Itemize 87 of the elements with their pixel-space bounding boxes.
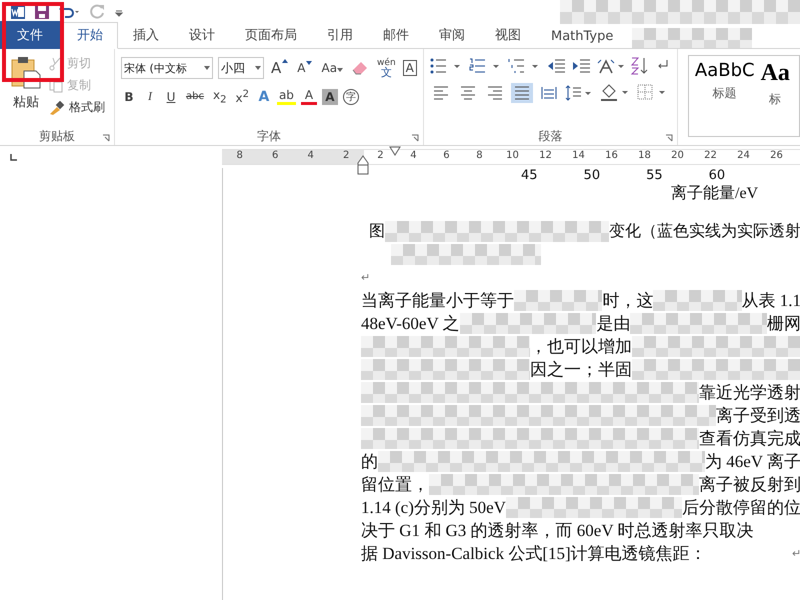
body-text: 离子受到透 (716, 405, 800, 427)
caption-text: 变化（蓝色实线为实际透射 (609, 222, 800, 242)
body-text: 据 Davisson-Calbick 公式[15]计算电透镜焦距： (361, 543, 707, 565)
word-icon[interactable] (10, 4, 26, 20)
increase-indent-icon[interactable] (572, 58, 592, 74)
text-effect-button[interactable]: A (256, 88, 272, 106)
decrease-indent-icon[interactable] (546, 58, 567, 74)
caret-icon (337, 68, 344, 72)
dialog-launcher-icon[interactable] (102, 134, 110, 142)
align-distributed-icon (540, 86, 557, 100)
ruler[interactable]: 8 6 4 2 2 4 6 8 10 12 14 16 18 20 22 24 26 (222, 149, 800, 165)
paste-button[interactable]: 粘贴 (6, 53, 46, 127)
body-text: 当离子能量小于等于 (361, 290, 514, 312)
ribbon-tab[interactable]: MathType (536, 25, 628, 49)
align-justify-icon (514, 86, 530, 100)
paragraph-mark: ↵ (361, 271, 370, 284)
group-label: 剪贴板 (39, 128, 75, 144)
format-button[interactable]: U (163, 88, 179, 105)
enclose-button[interactable]: 字 (342, 88, 359, 105)
caption-text: 图 (369, 222, 385, 242)
phonetic-guide-button[interactable]: wén 文 (375, 58, 398, 78)
ribbon-tab[interactable]: 引用 (312, 22, 368, 49)
shading-button[interactable]: A (322, 88, 338, 105)
align-left-icon (432, 86, 449, 100)
body-text: 离子被反射到 (699, 474, 800, 496)
brush-icon (49, 100, 65, 114)
highlight-button[interactable]: ab (276, 88, 296, 106)
painter-button[interactable]: 格式刷 (46, 97, 108, 118)
body-text: 因之一；半固 (530, 359, 632, 381)
body-text: 从表 1.1 (742, 290, 800, 312)
style-item[interactable]: Aa 标 (760, 60, 790, 132)
body-text: 48eV-60eV 之 (361, 313, 460, 335)
indent-marker-icon[interactable] (389, 146, 401, 156)
ribbon-tab[interactable]: 开始 (62, 22, 118, 49)
axis-tick-label: 55 (646, 168, 663, 183)
group-label: 段落 (538, 128, 562, 144)
format-button[interactable]: abc (184, 90, 206, 104)
up-triangle-icon (282, 59, 288, 63)
body-text: 是由 (596, 313, 630, 335)
shrink-font-button[interactable]: A (295, 60, 314, 76)
axis-title: 离子能量/eV (671, 185, 758, 202)
align-button[interactable] (510, 83, 533, 103)
axis-tick-label: 45 (521, 168, 538, 183)
paragraph-mark: ↵ (792, 547, 800, 560)
ribbon-tab[interactable]: 插入 (118, 22, 174, 49)
tab-stop-icon[interactable] (9, 152, 18, 162)
format-button[interactable]: x$^{2}$ (233, 88, 251, 106)
format-button[interactable]: B (121, 88, 137, 105)
axis-tick-label: 60 (708, 168, 726, 183)
font-family-select[interactable]: 宋体 (中文标 (121, 57, 213, 79)
ribbon-tab[interactable]: 视图 (480, 22, 536, 49)
ribbon-tab[interactable]: 文件 (0, 21, 60, 49)
body-text: 的 (361, 451, 378, 473)
indent-marker-icon[interactable] (357, 155, 369, 175)
down-triangle-icon (306, 61, 312, 65)
dialog-launcher-icon[interactable] (664, 134, 673, 142)
grow-font-button[interactable]: A (269, 58, 290, 78)
body-text: 决于 G1 和 G3 的透射率，而 60eV 时总透射率只取决 (361, 520, 754, 542)
character-border-button[interactable]: A (402, 60, 417, 76)
body-text: ，也可以增加 (530, 336, 632, 358)
clipboard-icon (10, 55, 42, 89)
align-right-icon (486, 86, 503, 100)
font-color-button[interactable]: A (300, 88, 317, 106)
axis-tick-label: 50 (584, 168, 600, 183)
body-text: 查看仿真完成 (699, 428, 800, 450)
body-text: 栅网 (767, 313, 800, 335)
body-text: 靠近光学透射 (699, 382, 800, 404)
scissors-icon (49, 56, 63, 70)
format-button[interactable]: x$_{2}$ (210, 87, 228, 106)
body-text: 时，这 (602, 290, 654, 312)
format-button[interactable]: I (142, 88, 158, 106)
asian-layout-icon[interactable] (596, 58, 625, 74)
ribbon-tab[interactable]: 设计 (174, 22, 230, 49)
save-icon[interactable] (34, 4, 50, 20)
align-center-icon (460, 86, 476, 100)
body-text: 1.14 (c)分别为 50eV (361, 497, 506, 519)
sort-icon[interactable] (630, 57, 650, 75)
dialog-launcher-icon[interactable] (410, 134, 419, 142)
group-label: 字体 (256, 128, 281, 144)
ribbon-tab[interactable]: 页面布局 (230, 22, 312, 49)
change-case-button[interactable]: Aa (319, 60, 346, 76)
ribbon-tab[interactable]: 审阅 (424, 22, 480, 49)
body-text: 为 46eV 离子 (704, 451, 800, 473)
ribbon-tab[interactable]: 邮件 (368, 22, 424, 49)
font-size-select[interactable]: 小四 (218, 57, 264, 79)
style-item[interactable]: AaBbC 标题 (694, 60, 755, 132)
body-text: 留位置， (361, 474, 429, 496)
